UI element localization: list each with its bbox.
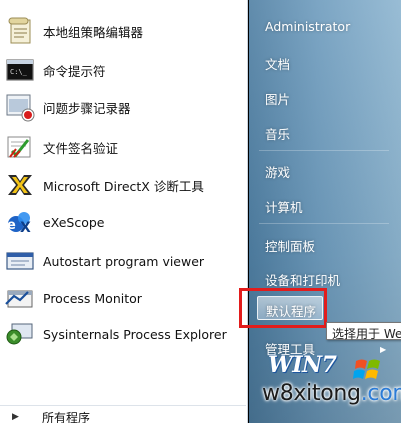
program-list: 本地组策略编辑器 C:\_ 命令提示符 问题步骤记录器 文件签名验证 Micro… [0, 0, 248, 423]
documents-item[interactable]: 文档 [265, 54, 290, 73]
program-item-autostart[interactable]: Autostart program viewer [0, 244, 246, 278]
watermark-site: w8xitong.com [262, 381, 401, 406]
all-programs-label: 所有程序 [42, 411, 91, 423]
start-menu: 本地组策略编辑器 C:\_ 命令提示符 问题步骤记录器 文件签名验证 Micro… [0, 0, 401, 423]
program-item-process-explorer[interactable]: Sysinternals Process Explorer [0, 317, 246, 351]
autostart-viewer-icon [6, 252, 34, 270]
steps-recorder-icon [6, 94, 35, 122]
windows-flag-icon [353, 359, 380, 379]
all-programs-item[interactable]: ▶ 所有程序 [0, 405, 246, 423]
program-item-group-policy[interactable]: 本地组策略编辑器 [0, 14, 246, 48]
directx-diagnostic-icon [8, 175, 32, 195]
program-item-steps-recorder[interactable]: 问题步骤记录器 [0, 90, 246, 124]
submenu-arrow-icon: ▶ [380, 345, 387, 354]
pictures-item[interactable]: 图片 [265, 89, 290, 108]
program-item-process-monitor[interactable]: Process Monitor [0, 281, 246, 315]
program-label: 文件签名验证 [43, 140, 119, 156]
svg-text:X: X [20, 220, 31, 236]
program-label: Autostart program viewer [43, 253, 205, 269]
music-item[interactable]: 音乐 [265, 124, 290, 143]
devices-printers-item[interactable]: 设备和打印机 [265, 270, 340, 289]
svg-text:C:\_: C:\_ [10, 68, 28, 76]
separator [259, 223, 389, 224]
program-label: Sysinternals Process Explorer [43, 326, 227, 342]
program-item-directx[interactable]: Microsoft DirectX 诊断工具 [0, 168, 246, 202]
program-item-cmd[interactable]: C:\_ 命令提示符 [0, 53, 246, 87]
watermark-logo: WIN7 [268, 352, 337, 378]
program-label: 问题步骤记录器 [43, 100, 131, 116]
games-item[interactable]: 游戏 [265, 162, 290, 181]
highlight-annotation [239, 288, 327, 328]
watermark-site-prefix: w8xitong [262, 381, 361, 406]
program-label: 本地组策略编辑器 [43, 24, 144, 40]
program-label: Microsoft DirectX 诊断工具 [43, 178, 204, 194]
computer-item[interactable]: 计算机 [265, 197, 303, 216]
svg-text:e: e [7, 218, 16, 233]
command-prompt-icon: C:\_ [6, 59, 34, 81]
program-label: Process Monitor [43, 290, 142, 306]
process-monitor-icon [5, 290, 33, 308]
group-policy-editor-icon [8, 17, 31, 44]
tooltip: 选择用于 We [326, 322, 401, 341]
process-explorer-icon [6, 323, 33, 345]
watermark-site-suffix: .com [360, 381, 401, 406]
separator [259, 150, 389, 151]
exescope-icon: e X [7, 212, 31, 236]
arrow-right-icon: ▶ [12, 412, 19, 422]
program-item-exescope[interactable]: e X eXeScope [0, 205, 246, 239]
program-label: eXeScope [43, 214, 105, 230]
file-signature-verification-icon [7, 136, 31, 158]
tooltip-text: 选择用于 We [332, 327, 401, 341]
program-label: 命令提示符 [43, 63, 106, 79]
program-item-file-signature[interactable]: 文件签名验证 [0, 130, 246, 164]
control-panel-item[interactable]: 控制面板 [265, 236, 315, 255]
user-name-item[interactable]: Administrator [265, 19, 350, 34]
